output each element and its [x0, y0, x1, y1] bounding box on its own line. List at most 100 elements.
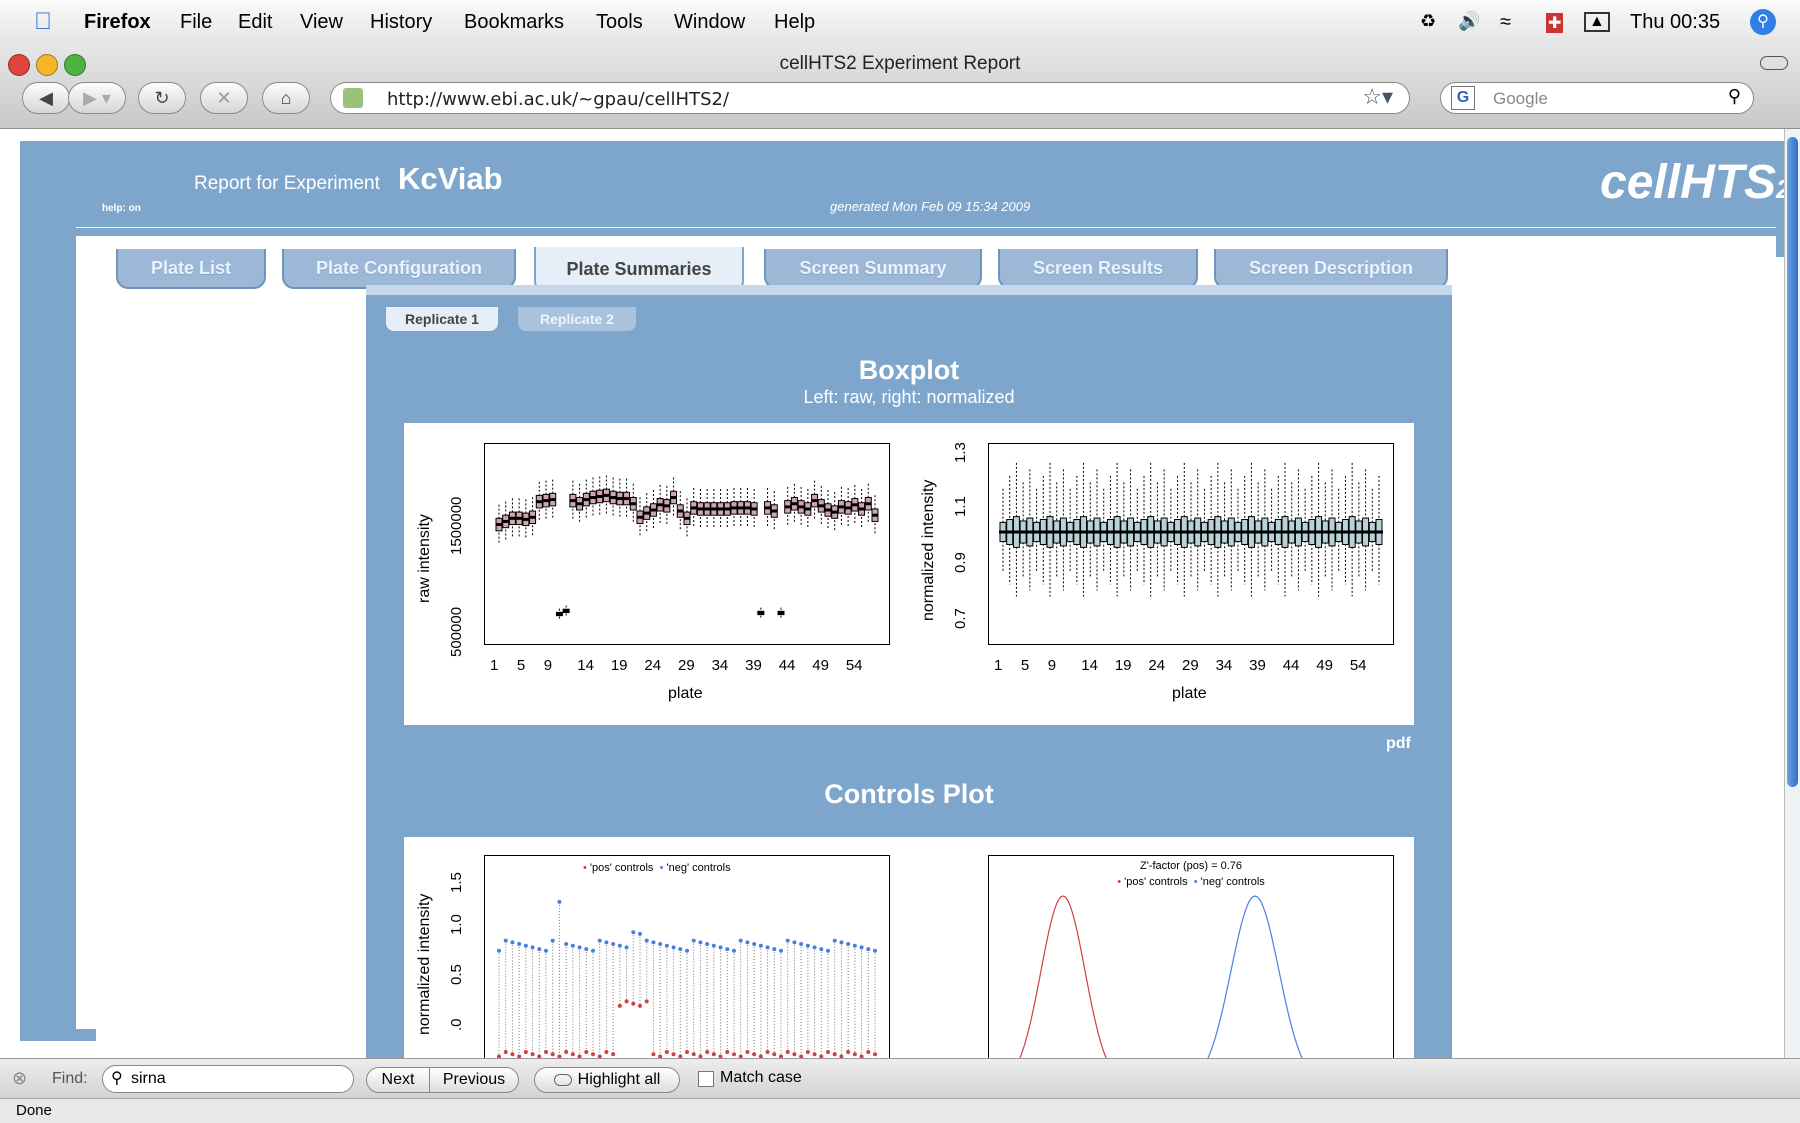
neg-control-21	[631, 930, 636, 935]
raw-ylabel: raw intensity	[416, 514, 433, 603]
neg-control-34	[718, 945, 723, 950]
pos-control-56	[866, 1050, 871, 1054]
url-field[interactable]: http://www.ebi.ac.uk/~gpau/cellHTS2/ ☆▾	[330, 82, 1410, 114]
xtick-19: 19	[1114, 657, 1132, 674]
tab-screen-description[interactable]: Screen Description	[1214, 249, 1448, 289]
normalized-boxplot	[988, 443, 1394, 645]
neg-control-55	[859, 945, 864, 950]
xtick-44: 44	[778, 657, 796, 674]
neg-control-4	[517, 942, 522, 946]
neg-control-17	[604, 940, 609, 945]
xtick-34: 34	[1215, 657, 1233, 674]
normalized-boxplot-svg	[999, 462, 1383, 597]
menu-view[interactable]: View	[300, 11, 343, 34]
report-prefix: Report for Experiment	[194, 173, 380, 194]
search-icon[interactable]: ⚲	[1728, 86, 1741, 107]
pos-control-15	[591, 1052, 595, 1057]
pos-control-17	[604, 1050, 609, 1054]
search-field[interactable]: G Google ⚲	[1440, 82, 1754, 114]
pos-density-curve	[1019, 895, 1107, 1058]
xtick-9: 9	[1047, 657, 1057, 674]
xtick-24: 24	[1148, 657, 1166, 674]
status-text: Done	[16, 1102, 52, 1119]
menu-firefox[interactable]: Firefox	[84, 11, 151, 34]
pos-control-6	[530, 1052, 535, 1057]
neg-control-9	[550, 938, 555, 943]
pos-control-38	[745, 1050, 750, 1054]
toolbar-toggle-icon[interactable]	[1760, 56, 1788, 70]
google-engine-icon[interactable]: G	[1451, 86, 1475, 110]
spotlight-icon[interactable]: ⚲	[1750, 9, 1776, 35]
menu-file[interactable]: File	[180, 11, 212, 34]
controls-ytick-1.5: 1.5	[448, 872, 465, 893]
neg-control-32	[705, 942, 710, 946]
find-next-button[interactable]: Next	[366, 1067, 430, 1093]
highlight-icon	[553, 1074, 572, 1086]
tab-screen-summary[interactable]: Screen Summary	[764, 249, 982, 289]
menu-edit[interactable]: Edit	[238, 11, 272, 34]
menu-help[interactable]: Help	[774, 11, 815, 34]
stop-button[interactable]: ✕	[200, 82, 248, 114]
neg-control-41	[765, 945, 770, 950]
wifi-icon[interactable]: ≈	[1500, 11, 1511, 34]
tab-screen-results[interactable]: Screen Results	[998, 249, 1198, 289]
norm-ytick-1.1: 1.1	[952, 496, 969, 517]
xtick-1: 1	[994, 657, 1003, 674]
neg-control-48	[812, 945, 817, 950]
raw-ytick-500000: 500000	[448, 606, 465, 657]
neg-control-31	[698, 940, 703, 945]
tab-plate-configuration[interactable]: Plate Configuration	[282, 249, 516, 289]
find-previous-button[interactable]: Previous	[429, 1067, 519, 1093]
neg-control-25	[658, 942, 663, 946]
scrollbar-thumb[interactable]	[1787, 137, 1798, 787]
zfactor-density: Z'-factor (pos) = 0.76 • 'pos' controls …	[988, 855, 1394, 1058]
close-find-icon[interactable]: ⊗	[12, 1068, 27, 1089]
volume-icon[interactable]: 🔊	[1458, 11, 1480, 32]
back-button[interactable]: ◀	[22, 82, 70, 114]
controls-plot-title: Controls Plot	[824, 779, 994, 809]
neg-control-23	[644, 938, 649, 943]
subtab-replicate-1[interactable]: Replicate 1	[386, 307, 498, 331]
pos-control-33	[711, 1052, 716, 1057]
window-title: cellHTS2 Experiment Report	[779, 53, 1021, 74]
tab-plate-list[interactable]: Plate List	[116, 249, 266, 289]
neg-control-11	[564, 942, 569, 946]
match-case-checkbox[interactable]	[698, 1071, 714, 1087]
menu-tools[interactable]: Tools	[596, 11, 643, 34]
find-input[interactable]: ⚲ sirna	[102, 1065, 354, 1093]
sync-icon[interactable]: ♻	[1420, 11, 1436, 32]
menu-window[interactable]: Window	[674, 11, 745, 34]
help-toggle[interactable]: help: on	[102, 203, 141, 214]
raw-xlabel: plate	[668, 685, 703, 702]
boxplot-pdf-link[interactable]: pdf	[1386, 735, 1411, 753]
xtick-1: 1	[490, 657, 499, 674]
display-icon[interactable]: ▲	[1584, 12, 1610, 32]
highlight-all-button[interactable]: Highlight all	[534, 1067, 680, 1093]
status-bar: Done	[0, 1098, 1800, 1123]
norm-ylabel: normalized intensity	[920, 479, 937, 621]
pos-control-36	[732, 1052, 736, 1057]
menu-history[interactable]: History	[370, 11, 432, 34]
neg-control-14	[584, 947, 589, 952]
forward-button[interactable]: ▶ ▾	[68, 82, 126, 114]
pos-control-50	[826, 1050, 830, 1054]
search-placeholder: Google	[1493, 89, 1548, 108]
pos-control-8	[544, 1050, 548, 1054]
apple-icon[interactable]: 	[34, 8, 52, 36]
controls-legend: • 'pos' controls • 'neg' controls	[583, 862, 731, 874]
uk-flag-icon[interactable]: ✚	[1546, 13, 1564, 33]
subtab-replicate-2[interactable]: Replicate 2	[518, 307, 636, 331]
stop-icon: ✕	[216, 87, 232, 108]
home-button[interactable]: ⌂	[262, 82, 310, 114]
neg-control-54	[852, 943, 857, 948]
xtick-54: 54	[845, 657, 863, 674]
reload-button[interactable]: ↻	[138, 82, 186, 114]
page-scrollbar[interactable]	[1784, 129, 1800, 1058]
xtick-34: 34	[711, 657, 729, 674]
zfactor-annotation: Z'-factor (pos) = 0.76	[1139, 860, 1243, 872]
neg-control-16	[597, 938, 602, 943]
menu-bookmarks[interactable]: Bookmarks	[464, 11, 564, 34]
bookmark-star-icon[interactable]: ☆▾	[1362, 85, 1393, 110]
clock[interactable]: Thu 00:35	[1630, 11, 1720, 34]
header-strip	[76, 227, 1776, 236]
